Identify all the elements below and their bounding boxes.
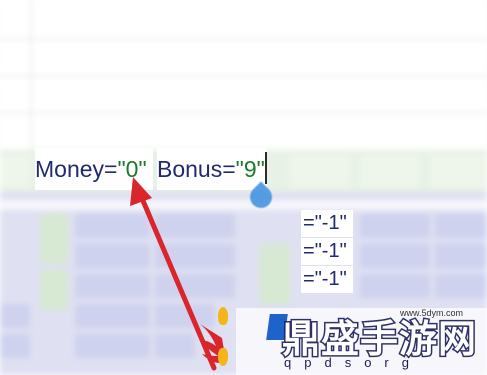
grid-cell [75,274,150,298]
grid-cell [75,244,150,268]
cell-formula[interactable]: ="-1" [301,238,353,265]
watermark-flame-icon [218,348,228,366]
gridline [0,112,487,114]
grid-cell [0,334,30,358]
band-cell [0,155,30,187]
text-cursor [265,152,267,184]
gridline [30,0,32,150]
grid-cell [155,334,195,358]
grid-cell [0,304,30,328]
grid-cell-highlight [40,214,68,264]
grid-cell [435,244,487,268]
grid-cell [435,214,487,238]
money-quote-close: " [138,155,147,182]
cell-value: "-1" [314,268,347,290]
cell-prefix: = [303,212,315,234]
screenshot-stage: Money= " 0 " Bonus= " 9 " ="-1" ="-1" ="-1" 鼎盛… [0,0,487,375]
grid-cell-highlight [40,270,68,310]
watermark-flame-icon [218,307,228,325]
money-formula[interactable]: Money= " 0 " [35,148,153,190]
money-label: Money= [35,155,118,182]
grid-header-strip [0,200,487,210]
grid-cell [75,214,150,238]
gridline [0,38,487,40]
grid-cell [155,274,235,298]
grid-cell [155,214,235,238]
money-value[interactable]: 0 [126,156,139,183]
bonus-value[interactable]: 9 [244,156,257,183]
cell-formula[interactable]: ="-1" [301,266,353,293]
grid-cell [360,274,430,298]
bonus-quote-open: " [235,155,244,182]
cell-prefix: = [303,268,315,290]
cell-prefix: = [303,240,315,262]
watermark-subtitle: qpdsorg [284,355,422,370]
grid-cell [75,304,150,328]
money-quote-open: " [117,155,126,182]
watermark-url: www.5dym.com [400,308,464,318]
grid-cell [435,274,487,298]
bonus-quote-close: " [256,155,265,182]
cell-formula[interactable]: ="-1" [301,210,353,237]
grid-cell-highlight [260,244,290,304]
band-cell [430,155,487,187]
bonus-label: Bonus= [157,155,236,182]
grid-cell [360,244,430,268]
grid-cell [155,244,235,268]
bonus-formula[interactable]: Bonus= " 9 " [157,148,267,190]
cell-value: "-1" [314,212,347,234]
grid-cell [75,334,150,358]
cell-value: "-1" [314,240,347,262]
grid-cell [360,214,430,238]
band-cell [290,155,350,187]
gridline [0,75,487,77]
band-cell [360,155,420,187]
